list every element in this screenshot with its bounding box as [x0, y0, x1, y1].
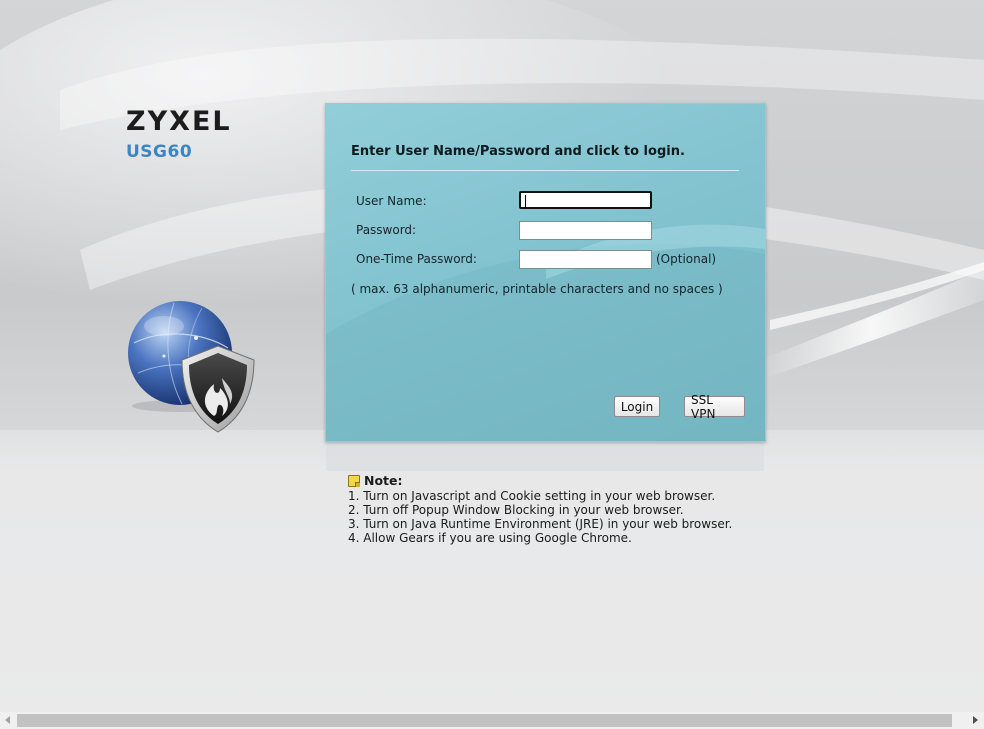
note-item: 3. Turn on Java Runtime Environment (JRE… [348, 517, 733, 531]
note-item: 4. Allow Gears if you are using Google C… [348, 531, 632, 545]
note-item: 1. Turn on Javascript and Cookie setting… [348, 489, 716, 503]
otp-label: One-Time Password: [356, 252, 477, 266]
password-label: Password: [356, 223, 417, 237]
username-input[interactable] [519, 191, 652, 209]
password-input[interactable] [519, 221, 652, 240]
note-section: Note: 1. Turn on Javascript and Cookie s… [348, 474, 732, 545]
otp-input[interactable] [519, 250, 652, 269]
otp-optional-label: (Optional) [656, 252, 717, 266]
text-caret [525, 195, 526, 207]
note-heading: Note: [348, 474, 732, 488]
device-model: USG60 [126, 142, 193, 162]
scroll-left-icon[interactable] [5, 716, 10, 724]
login-button[interactable]: Login [614, 396, 660, 417]
scroll-right-icon[interactable] [973, 716, 978, 724]
password-hint: ( max. 63 alphanumeric, printable charac… [351, 282, 723, 296]
login-title: Enter User Name/Password and click to lo… [351, 144, 685, 159]
login-panel: Enter User Name/Password and click to lo… [325, 103, 766, 442]
horizontal-scrollbar[interactable] [0, 712, 984, 729]
sticky-note-icon [348, 475, 360, 487]
scroll-thumb[interactable] [17, 714, 952, 727]
ssl-vpn-button[interactable]: SSL VPN [684, 393, 745, 421]
note-item: 2. Turn off Popup Window Blocking in you… [348, 503, 684, 517]
firewall-shield-icon [181, 345, 255, 433]
title-divider [351, 170, 739, 171]
username-label: User Name: [356, 194, 427, 208]
note-heading-text: Note: [364, 473, 403, 488]
zyxel-logo: ZYXEL [126, 106, 232, 137]
brand: ZYXEL USG60 [126, 106, 232, 163]
security-graphic [124, 298, 260, 438]
